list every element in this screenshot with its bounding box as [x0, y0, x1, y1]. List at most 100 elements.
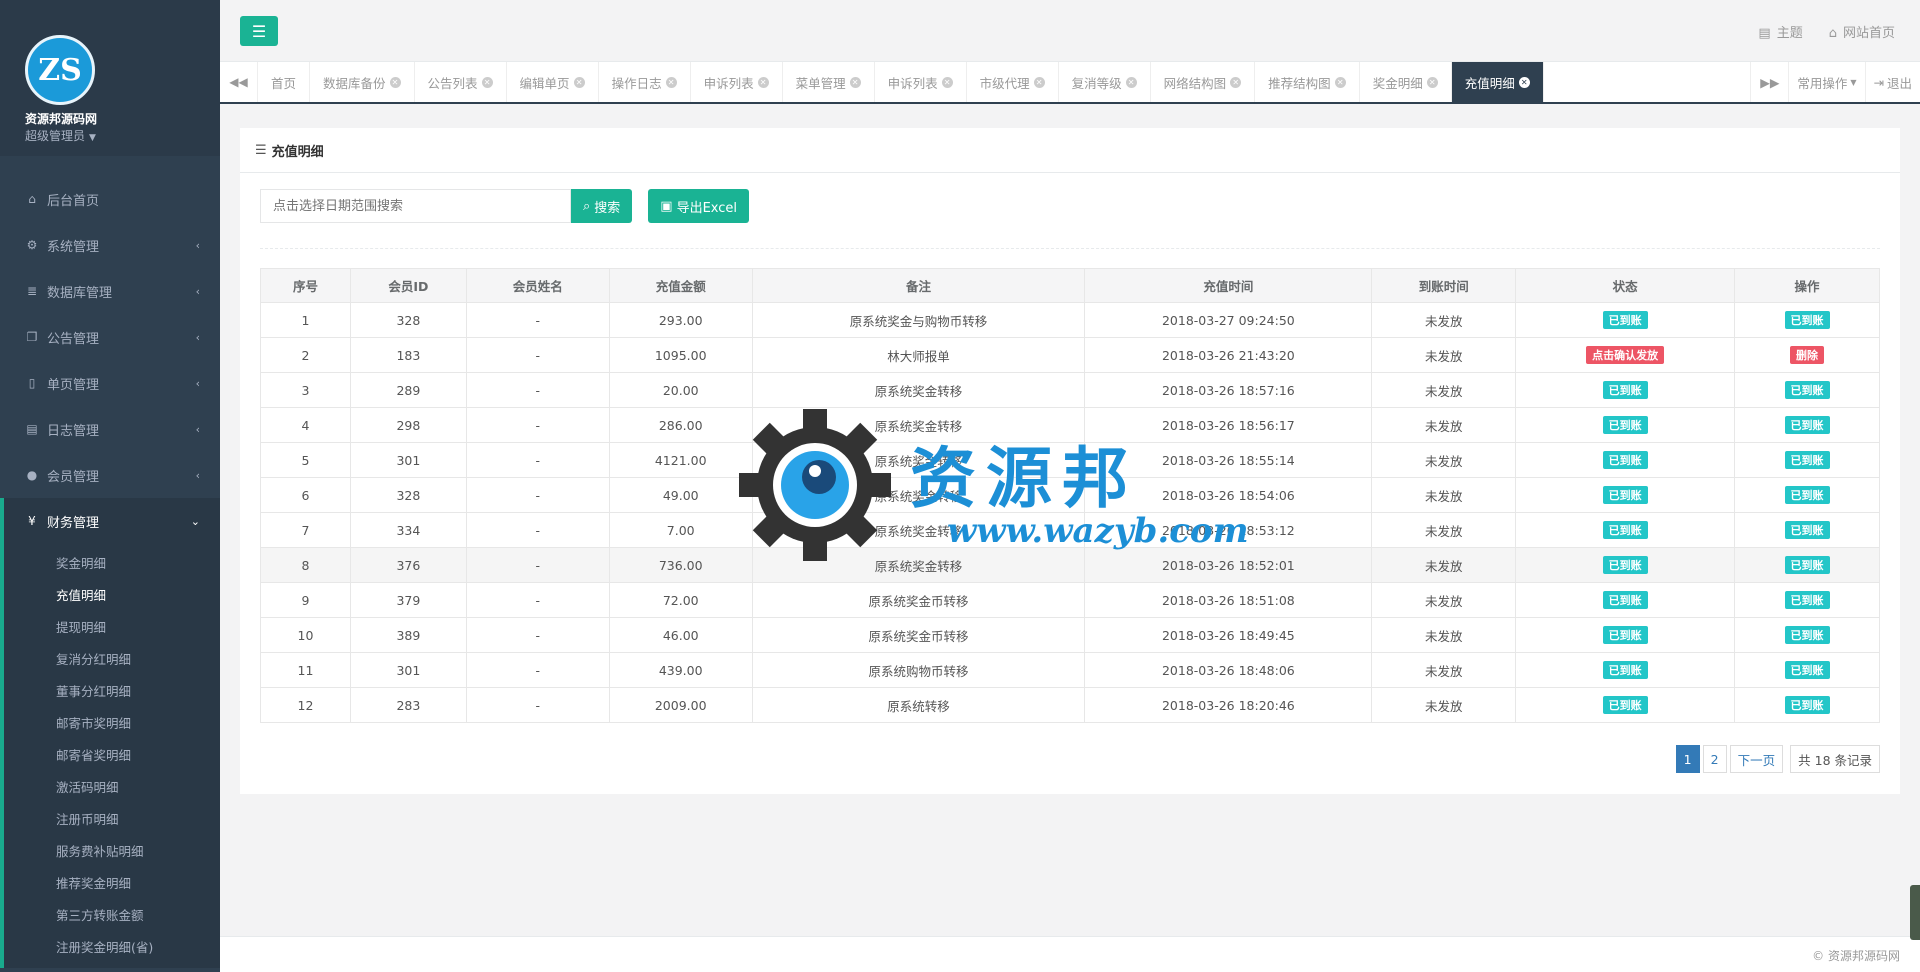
common-ops-dropdown[interactable]: 常用操作 ▼: [1788, 62, 1864, 102]
tab-op-log[interactable]: 操作日志 ✕: [599, 62, 691, 102]
sub-item-service-subsidy[interactable]: 服务费补贴明细: [4, 836, 220, 868]
tab-referral-chart[interactable]: 推荐结构图 ✕: [1255, 62, 1360, 102]
page-2-button[interactable]: 2: [1702, 745, 1727, 773]
copyright-text: © 资源邦源码网: [1812, 949, 1900, 963]
tab-label: 申诉列表: [703, 75, 754, 91]
sub-item-third-party[interactable]: 第三方转账金额: [4, 900, 220, 932]
sub-item-activation-code[interactable]: 激活码明细: [4, 772, 220, 804]
role-dropdown[interactable]: 超级管理员 ▼: [25, 127, 96, 144]
tab-label: 菜单管理: [795, 75, 846, 91]
tabs-scroll-left-button[interactable]: ◀◀: [220, 62, 258, 102]
action-cell: 已到账: [1734, 407, 1880, 443]
site-home-link[interactable]: ⌂ 网站首页: [1829, 22, 1895, 41]
status-badge: 已到账: [1602, 626, 1648, 644]
action-button[interactable]: 已到账: [1784, 416, 1830, 434]
tab-appeal-list-2[interactable]: 申诉列表 ✕: [875, 62, 967, 102]
close-icon[interactable]: ✕: [1518, 76, 1530, 88]
close-icon[interactable]: ✕: [941, 76, 953, 88]
close-icon[interactable]: ✕: [757, 76, 769, 88]
close-icon[interactable]: ✕: [389, 76, 401, 88]
table-cell: 原系统奖金转移: [751, 477, 1086, 513]
nav-item-finance[interactable]: ¥ 财务管理 ⌄: [0, 498, 220, 544]
close-icon[interactable]: ✕: [1334, 76, 1346, 88]
menu-toggle-button[interactable]: ☰: [240, 16, 278, 46]
sub-item-director-dividend[interactable]: 董事分红明细: [4, 676, 220, 708]
tabs-scroll-right-button[interactable]: ▶▶: [1750, 62, 1788, 102]
action-button[interactable]: 已到账: [1784, 626, 1830, 644]
sub-item-referral-bonus[interactable]: 推荐奖金明细: [4, 868, 220, 900]
search-row: ⌕搜索 ▣导出Excel: [260, 189, 750, 223]
sub-item-mail-province[interactable]: 邮寄省奖明细: [4, 740, 220, 772]
table-cell: -: [465, 512, 610, 548]
nav-item-log[interactable]: ▤ 日志管理 ‹: [0, 406, 220, 452]
home-icon: ⌂: [1828, 26, 1837, 41]
table-cell: 6: [260, 477, 351, 513]
sub-item-register-bonus-province[interactable]: 注册奖金明细(省): [4, 932, 220, 964]
action-button[interactable]: 已到账: [1784, 486, 1830, 504]
close-icon[interactable]: ✕: [1230, 76, 1242, 88]
tab-edit-page[interactable]: 编辑单页 ✕: [507, 62, 599, 102]
action-cell: 已到账: [1734, 687, 1880, 723]
nav-label: 财务管理: [47, 515, 100, 531]
action-button[interactable]: 已到账: [1784, 311, 1830, 329]
next-page-button[interactable]: 下一页: [1729, 745, 1784, 773]
sub-item-register-coin[interactable]: 注册币明细: [4, 804, 220, 836]
nav-item-notice[interactable]: ❐ 公告管理 ‹: [0, 314, 220, 360]
sub-item-mail-city[interactable]: 邮寄市奖明细: [4, 708, 220, 740]
nav-item-database[interactable]: ≣ 数据库管理 ‹: [0, 268, 220, 314]
action-button[interactable]: 已到账: [1784, 381, 1830, 399]
tab-notice-list[interactable]: 公告列表 ✕: [415, 62, 507, 102]
date-range-input[interactable]: [260, 189, 571, 223]
sub-item-withdraw[interactable]: 提现明细: [4, 612, 220, 644]
action-button[interactable]: 已到账: [1784, 556, 1830, 574]
close-icon[interactable]: ✕: [573, 76, 585, 88]
close-icon[interactable]: ✕: [1426, 76, 1438, 88]
tab-db-backup[interactable]: 数据库备份 ✕: [310, 62, 415, 102]
tab-menu-manage[interactable]: 菜单管理 ✕: [783, 62, 875, 102]
action-button[interactable]: 已到账: [1784, 451, 1830, 469]
action-button[interactable]: 删除: [1790, 346, 1824, 364]
theme-link[interactable]: ▤ 主题: [1758, 22, 1802, 41]
sub-item-repurchase-dividend[interactable]: 复消分红明细: [4, 644, 220, 676]
nav-item-page[interactable]: ▯ 单页管理 ‹: [0, 360, 220, 406]
nav-item-system[interactable]: ⚙ 系统管理 ‹: [0, 222, 220, 268]
status-badge[interactable]: 点击确认发放: [1586, 346, 1665, 364]
action-button[interactable]: 已到账: [1784, 696, 1830, 714]
status-badge: 已到账: [1602, 381, 1648, 399]
action-button[interactable]: 已到账: [1784, 591, 1830, 609]
sub-item-bonus[interactable]: 奖金明细: [4, 548, 220, 580]
action-button[interactable]: 已到账: [1784, 661, 1830, 679]
tab-appeal-list[interactable]: 申诉列表 ✕: [691, 62, 783, 102]
table-cell: 2018-03-26 18:56:17: [1084, 407, 1373, 443]
export-excel-button[interactable]: ▣ 导出Excel: [648, 189, 750, 223]
nav-item-dashboard[interactable]: ⌂ 后台首页: [0, 176, 220, 222]
action-button[interactable]: 已到账: [1784, 521, 1830, 539]
tab-home[interactable]: 首页: [258, 62, 311, 102]
scrollbar-handle[interactable]: [1910, 885, 1920, 940]
page-1-button[interactable]: 1: [1675, 745, 1700, 773]
close-icon[interactable]: ✕: [1033, 76, 1045, 88]
close-icon[interactable]: ✕: [481, 76, 493, 88]
nav-label: 系统管理: [47, 239, 100, 255]
tab-city-agent[interactable]: 市级代理 ✕: [967, 62, 1059, 102]
sub-item-recharge[interactable]: 充值明细: [4, 580, 220, 612]
table-cell: 8: [260, 547, 351, 583]
caret-down-icon: ▼: [89, 133, 96, 143]
close-icon[interactable]: ✕: [1125, 76, 1137, 88]
close-icon[interactable]: ✕: [665, 76, 677, 88]
tab-network-chart[interactable]: 网络结构图 ✕: [1151, 62, 1256, 102]
nav-item-member[interactable]: ● 会员管理 ‹: [0, 452, 220, 498]
close-icon[interactable]: ✕: [849, 76, 861, 88]
table-cell: 原系统奖金币转移: [751, 582, 1086, 618]
logout-icon: ⇥: [1873, 74, 1884, 90]
table-row: 12 283-2009.00 原系统转移 2018-03-26 18:20:46 未发放…: [260, 687, 1880, 723]
tab-bonus-detail[interactable]: 奖金明细 ✕: [1360, 62, 1452, 102]
site-name: 资源邦源码网: [25, 112, 98, 126]
tab-repurchase-level[interactable]: 复消等级 ✕: [1059, 62, 1151, 102]
tab-recharge-detail[interactable]: 充值明细 ✕: [1451, 62, 1544, 102]
table-cell: 未发放: [1371, 512, 1517, 548]
search-button[interactable]: ⌕ 搜索: [571, 189, 633, 223]
logout-button[interactable]: ⇥ 退出: [1864, 62, 1920, 102]
tab-label: 操作日志: [611, 75, 662, 91]
action-cell: 已到账: [1734, 582, 1880, 618]
